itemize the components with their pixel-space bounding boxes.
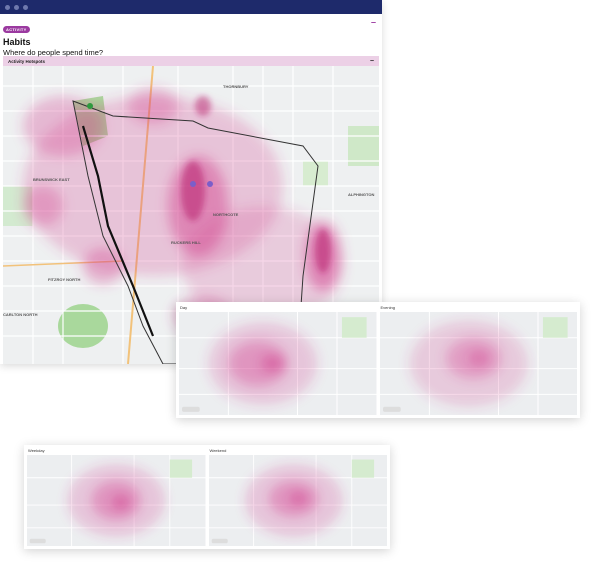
window-dot-icon[interactable] (5, 4, 10, 10)
panel-label-weekday: Weekday (28, 448, 45, 453)
map-label-brunswick-east: BRUNSWICK EAST (33, 177, 70, 182)
heatmap-day[interactable] (179, 312, 377, 415)
window-dot-icon[interactable] (14, 4, 19, 10)
map-label-carlton-north: CARLTON NORTH (3, 312, 38, 317)
page-title: Habits (3, 37, 31, 47)
collapse-section-icon[interactable]: − (370, 58, 374, 65)
minus-icon[interactable]: – (371, 17, 376, 27)
map-label-northcote: NORTHCOTE (213, 212, 239, 217)
heatmap-weekday[interactable] (27, 455, 206, 546)
card-weekday-weekend: Weekday Weekend (24, 445, 390, 549)
page-subtitle: Where do people spend time? (3, 48, 104, 57)
heatmap-evening[interactable] (379, 312, 578, 415)
map-label-ruckers-hill: RUCKERS HILL (171, 240, 201, 245)
panel-day: Day (179, 305, 377, 415)
panel-weekend: Weekend (208, 448, 388, 546)
map-label-thornbury: THORNBURY (223, 84, 249, 89)
map-label-fitzroy-north: FITZROY NORTH (48, 277, 80, 282)
map-label-alphington: ALPHINGTON (348, 192, 374, 197)
panel-label-day: Day (180, 305, 188, 310)
heatmap-weekend[interactable] (208, 455, 388, 546)
section-activity-hotspots[interactable]: Activity Hotspots − (3, 56, 379, 66)
transit-pin-icon (207, 181, 213, 187)
page-header: ACTIVITY Habits Where do people spend ti… (0, 14, 382, 57)
transit-pin-icon (190, 181, 196, 187)
activity-badge: ACTIVITY (3, 26, 30, 33)
card-day-evening: Day Evening (176, 302, 580, 418)
panel-weekday: Weekday (27, 448, 206, 546)
window-titlebar (0, 0, 382, 14)
panel-evening: Evening (379, 305, 578, 415)
panel-label-weekend: Weekend (209, 448, 227, 453)
panel-label-evening: Evening (380, 305, 395, 310)
park-pin-icon (87, 103, 93, 109)
window-dot-icon[interactable] (23, 4, 28, 10)
section-label: Activity Hotspots (8, 58, 46, 64)
